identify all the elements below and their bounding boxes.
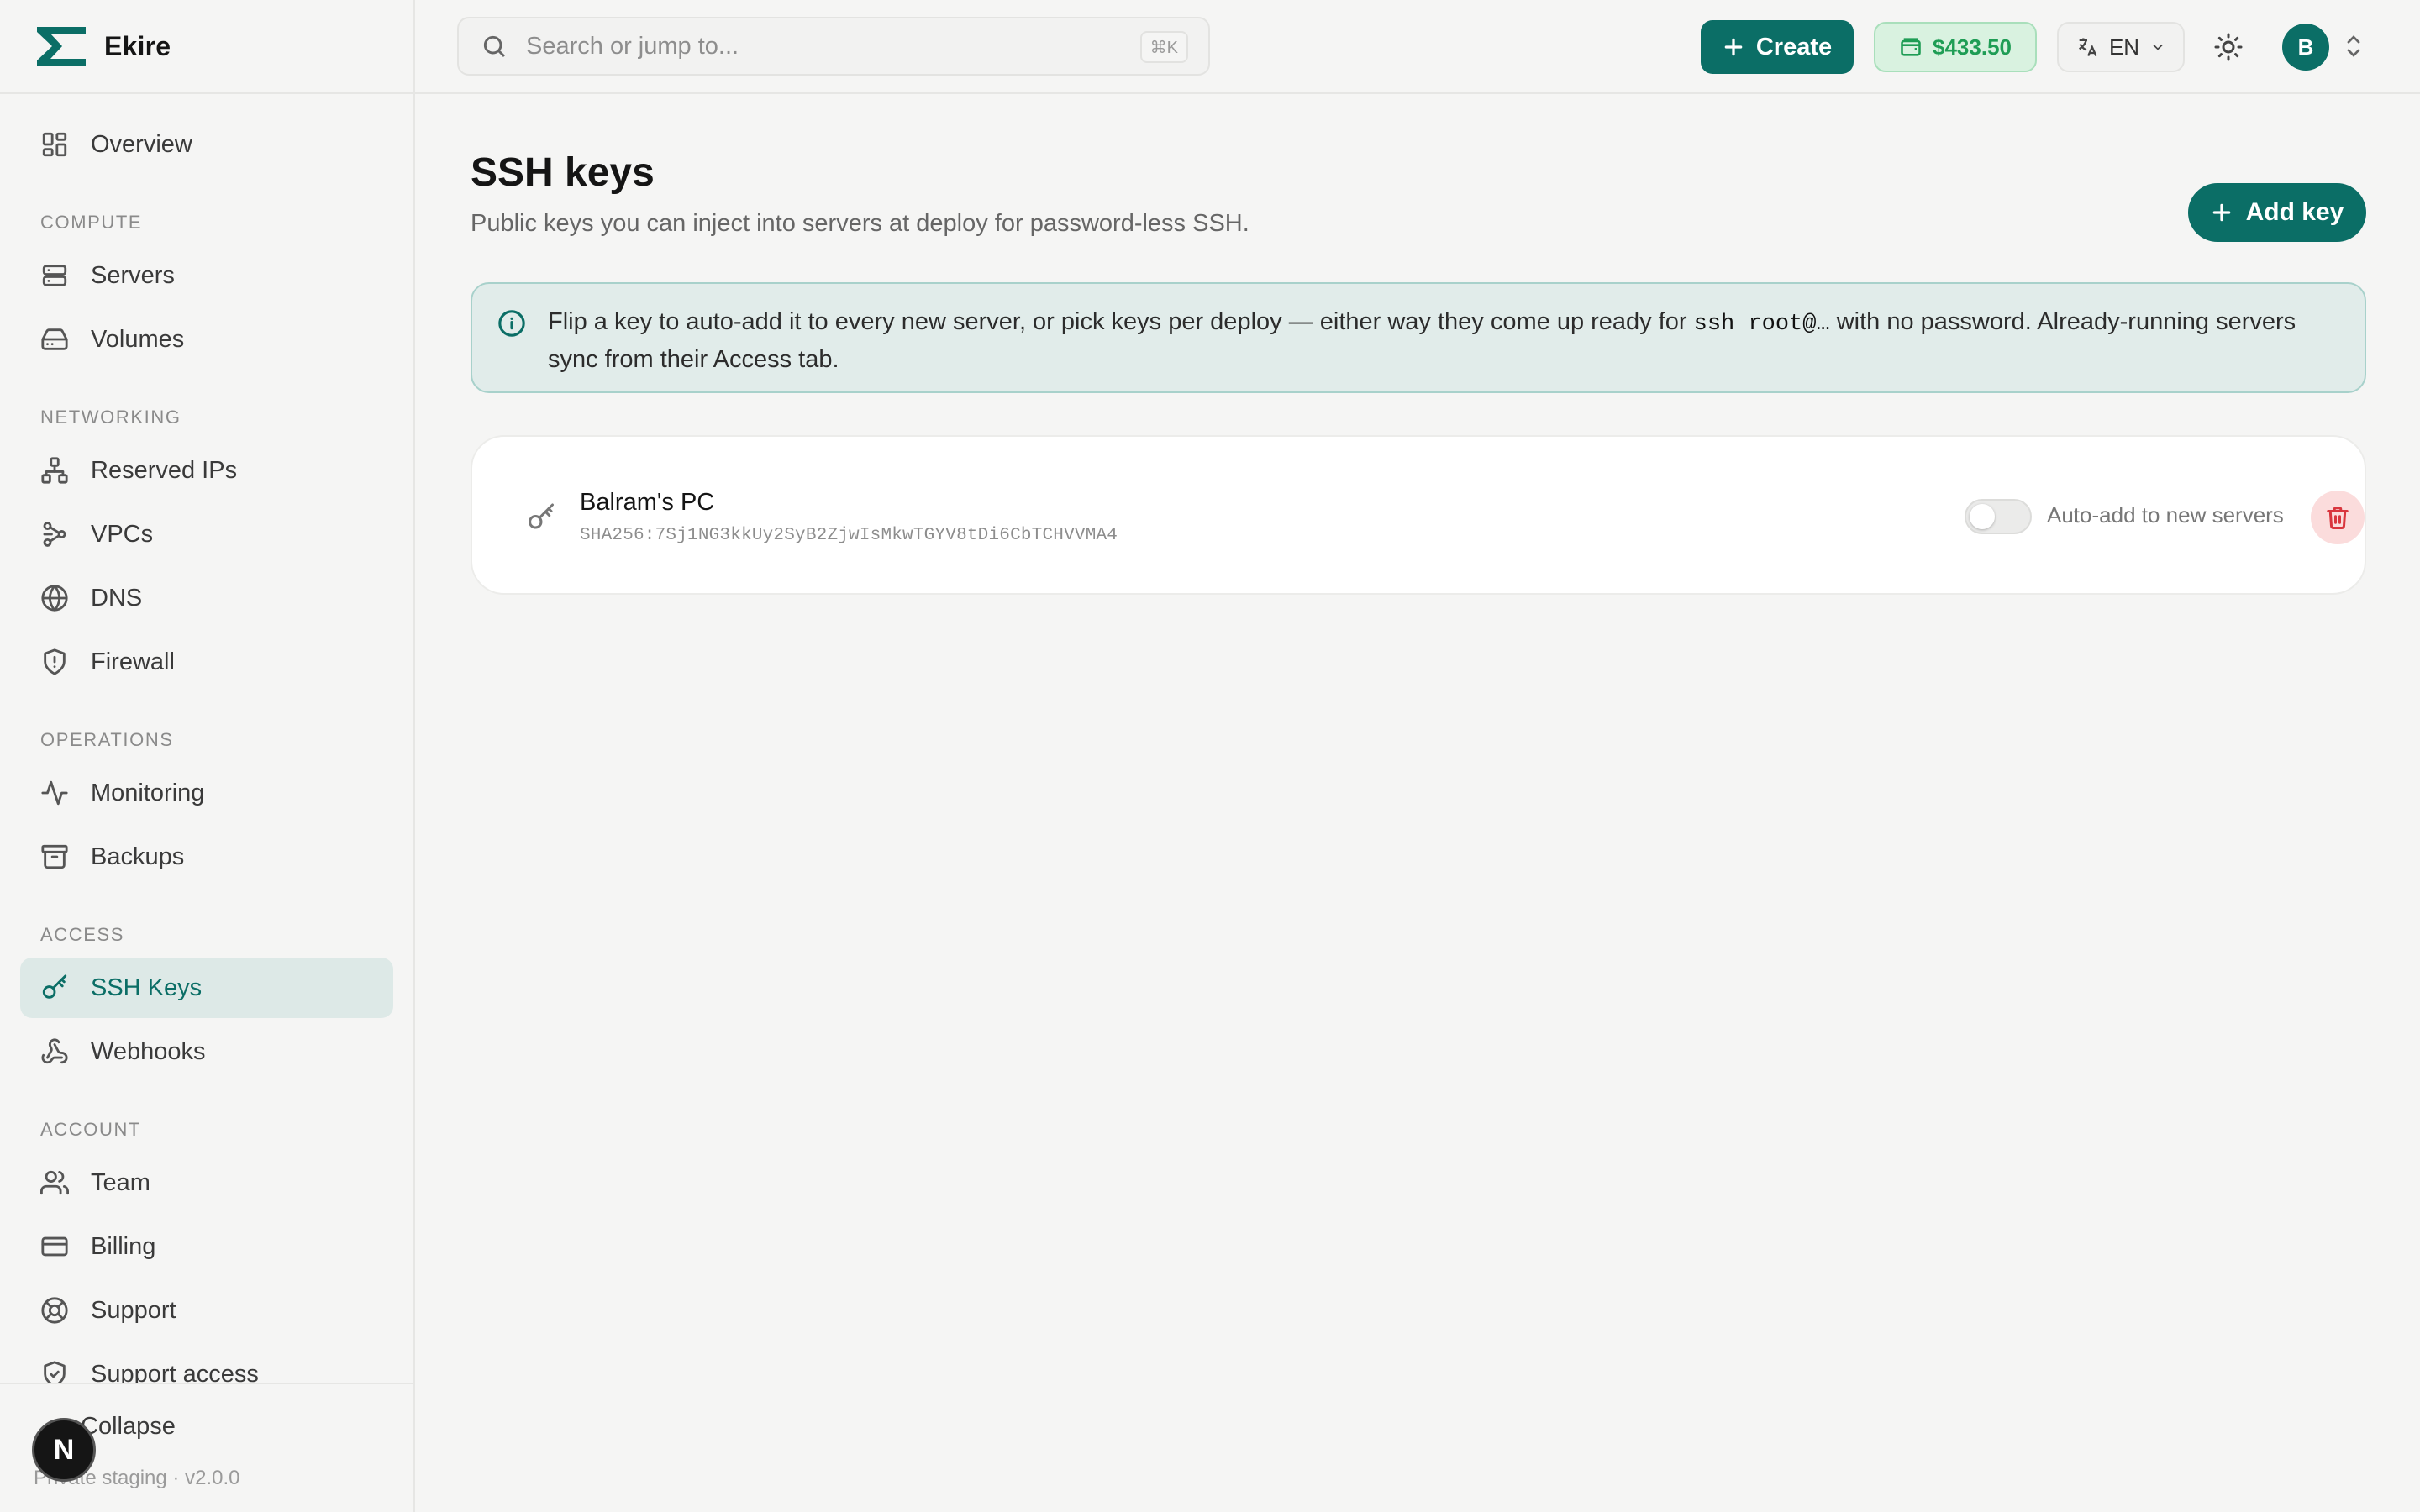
main-content: SSH keys Public keys you can inject into…: [415, 94, 2420, 1512]
auto-add-toggle[interactable]: [1965, 499, 2032, 534]
sidebar-item-label: Overview: [91, 130, 192, 158]
translate-icon: [2078, 38, 2097, 56]
search-icon: [483, 35, 506, 58]
key-fingerprint: SHA256:7Sj1NG3kkUy2SyB2ZjwIsMkwTGYV8tDi6…: [580, 526, 1118, 545]
account-menu-toggle[interactable]: [2343, 32, 2371, 62]
sidebar-item-label: Webhooks: [91, 1037, 206, 1065]
plus-icon: [2212, 203, 2230, 222]
brand[interactable]: Ekire: [0, 0, 413, 94]
sidebar-item-monitoring[interactable]: Monitoring: [20, 763, 393, 823]
info-icon: [497, 309, 526, 338]
collapse-label: Collapse: [81, 1413, 176, 1440]
auto-add-label: Auto-add to new servers: [2047, 502, 2284, 528]
language-select[interactable]: EN: [2057, 22, 2185, 72]
workflow-icon: [39, 518, 71, 550]
sidebar-item-backups[interactable]: Backups: [20, 827, 393, 887]
brand-name: Ekire: [104, 30, 171, 61]
key-icon: [39, 972, 71, 1004]
shield-alert-icon: [39, 646, 71, 678]
sidebar-nav: Overview COMPUTE Servers Volumes NETWORK…: [0, 94, 413, 1404]
info-text-before: Flip a key to auto-add it to every new s…: [548, 308, 1694, 335]
app-root: Ekire Overview COMPUTE Servers Volumes N…: [0, 0, 2420, 1512]
network-icon: [39, 454, 71, 486]
create-label: Create: [1755, 33, 1833, 60]
toggle-knob: [1970, 504, 1995, 529]
topbar: ⌘K Create $433.50 EN B: [415, 0, 2420, 94]
sidebar-item-reserved-ips[interactable]: Reserved IPs: [20, 440, 393, 501]
section-account: ACCOUNT: [40, 1119, 141, 1140]
section-access: ACCESS: [40, 924, 125, 945]
server-icon: [39, 260, 71, 291]
delete-key-button[interactable]: [2311, 491, 2365, 544]
dev-tools-badge[interactable]: N: [32, 1418, 96, 1482]
sidebar-item-volumes[interactable]: Volumes: [20, 309, 393, 370]
language-value: EN: [2108, 34, 2140, 60]
info-code: ssh root@…: [1693, 312, 1830, 337]
sidebar-item-label: Reserved IPs: [91, 456, 238, 484]
webhook-icon: [39, 1036, 71, 1068]
sidebar-item-ssh-keys[interactable]: SSH Keys: [20, 958, 393, 1018]
sidebar-item-label: Backups: [91, 843, 185, 870]
add-key-label: Add key: [2245, 198, 2344, 226]
sidebar-item-billing[interactable]: Billing: [20, 1216, 393, 1277]
sidebar-item-label: Volumes: [91, 325, 185, 353]
hard-drive-icon: [39, 323, 71, 355]
sidebar-item-label: Monitoring: [91, 779, 205, 806]
sidebar-item-vpcs[interactable]: VPCs: [20, 504, 393, 564]
sidebar-item-label: VPCs: [91, 520, 154, 548]
sidebar-item-webhooks[interactable]: Webhooks: [20, 1021, 393, 1082]
sidebar-item-label: Firewall: [91, 648, 175, 675]
info-banner: Flip a key to auto-add it to every new s…: [471, 282, 2366, 393]
section-compute: COMPUTE: [40, 212, 143, 233]
page-subtitle: Public keys you can inject into servers …: [471, 210, 1249, 237]
sidebar-item-overview[interactable]: Overview: [20, 114, 393, 175]
section-operations: OPERATIONS: [40, 729, 174, 750]
section-networking: NETWORKING: [40, 407, 182, 428]
sidebar-item-label: Servers: [91, 261, 175, 289]
add-key-button[interactable]: Add key: [2188, 183, 2366, 242]
sidebar-item-firewall[interactable]: Firewall: [20, 632, 393, 692]
balance-badge[interactable]: $433.50: [1874, 22, 2037, 72]
sidebar-footer: Collapse Private staging · v2.0.0 N: [0, 1383, 413, 1512]
sidebar-item-label: DNS: [91, 584, 143, 612]
search-shortcut: ⌘K: [1139, 31, 1188, 63]
sun-icon: [2214, 33, 2243, 61]
sidebar-item-team[interactable]: Team: [20, 1152, 393, 1213]
sidebar-item-label: Billing: [91, 1232, 156, 1260]
ssh-key-card: Balram's PC SHA256:7Sj1NG3kkUy2SyB2ZjwIs…: [471, 435, 2366, 595]
collapse-button[interactable]: Collapse: [81, 1413, 176, 1441]
globe-icon: [39, 582, 71, 614]
sidebar-item-label: SSH Keys: [91, 974, 203, 1001]
grid-icon: [39, 129, 71, 160]
sidebar-item-label: Support: [91, 1296, 176, 1324]
sidebar-item-servers[interactable]: Servers: [20, 245, 393, 306]
users-icon: [39, 1167, 71, 1199]
chevron-down-icon: [2153, 44, 2163, 50]
plus-icon: [1724, 38, 1743, 56]
create-button[interactable]: Create: [1701, 20, 1854, 74]
theme-toggle[interactable]: [2210, 29, 2247, 66]
search-input[interactable]: [526, 32, 1114, 60]
sidebar-item-dns[interactable]: DNS: [20, 568, 393, 628]
credit-card-icon: [39, 1231, 71, 1263]
page-title: SSH keys: [471, 150, 655, 195]
chevrons-up-down-icon: [2347, 35, 2360, 57]
life-buoy-icon: [39, 1294, 71, 1326]
archive-icon: [39, 841, 71, 873]
search-bar[interactable]: ⌘K: [457, 17, 1210, 76]
key-name: Balram's PC: [580, 489, 715, 516]
sidebar-item-support[interactable]: Support: [20, 1280, 393, 1341]
wallet-icon: [1901, 38, 1921, 56]
ekire-logo-icon: [37, 27, 86, 66]
sidebar: Ekire Overview COMPUTE Servers Volumes N…: [0, 0, 415, 1512]
balance-amount: $433.50: [1933, 34, 2012, 60]
key-icon: [526, 502, 556, 533]
avatar[interactable]: B: [2282, 24, 2329, 71]
activity-icon: [39, 777, 71, 809]
sidebar-item-label: Team: [91, 1168, 150, 1196]
trash-icon: [2327, 507, 2349, 529]
